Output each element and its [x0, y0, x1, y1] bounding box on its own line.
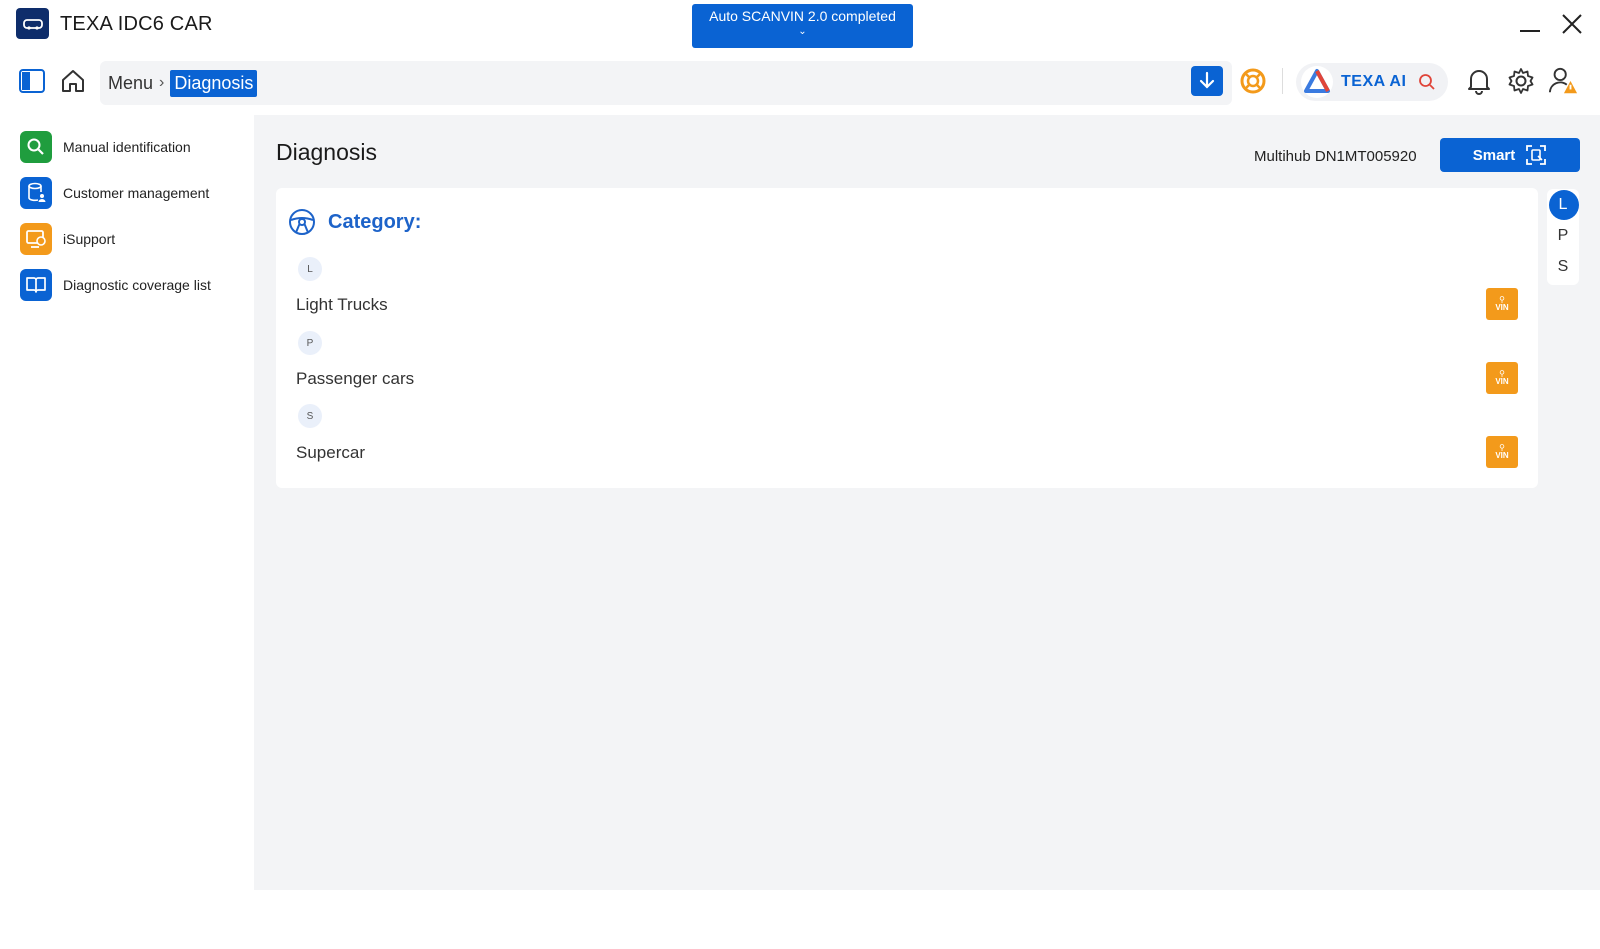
category-passenger-cars[interactable]: Passenger cars — [296, 369, 414, 389]
letter-badge-l: L — [298, 257, 322, 281]
divider — [1282, 68, 1283, 94]
book-icon — [20, 269, 52, 301]
download-button[interactable] — [1191, 66, 1223, 96]
sidebar: Manual identification Customer managemen… — [6, 115, 254, 890]
magnifier-icon — [20, 131, 52, 163]
title-bar: TEXA IDC6 CAR Auto SCANVIN 2.0 completed… — [0, 0, 1600, 50]
breadcrumb-diagnosis[interactable]: Diagnosis — [170, 69, 258, 97]
category-light-trucks[interactable]: Light Trucks — [296, 295, 388, 315]
category-header: Category: — [288, 208, 421, 236]
gear-icon[interactable] — [1506, 66, 1536, 96]
database-user-icon — [20, 177, 52, 209]
sidebar-item-label: Manual identification — [63, 139, 191, 155]
letter-badge-s: S — [298, 404, 322, 428]
sidebar-item-isupport[interactable]: iSupport — [20, 221, 115, 257]
sidebar-item-manual-identification[interactable]: Manual identification — [20, 129, 191, 165]
app-title: TEXA IDC6 CAR — [60, 13, 213, 35]
category-supercar[interactable]: Supercar — [296, 443, 365, 463]
alphabet-index: L P S — [1547, 189, 1579, 285]
sidebar-item-customer-management[interactable]: Customer management — [20, 175, 209, 211]
index-letter-s[interactable]: S — [1547, 258, 1579, 276]
lifebuoy-icon[interactable] — [1238, 66, 1268, 96]
sidebar-toggle-icon[interactable] — [17, 66, 47, 96]
vin-label: VIN — [1495, 451, 1509, 460]
bell-icon[interactable] — [1464, 66, 1494, 96]
main-content: Diagnosis Multihub DN1MT005920 Smart Cat… — [254, 115, 1600, 890]
texa-logo-icon — [16, 8, 49, 39]
category-card: Category: L Light Trucks ⚲ VIN P Passeng… — [276, 188, 1538, 488]
breadcrumb: Menu › Diagnosis — [100, 61, 1232, 105]
search-icon[interactable] — [1418, 73, 1436, 91]
vin-search-button-light-trucks[interactable]: ⚲ VIN — [1486, 288, 1518, 320]
nav-bar: Menu › Diagnosis TEXA AI — [0, 58, 1600, 108]
chevron-down-icon[interactable]: ⌄ — [692, 26, 913, 37]
bottom-strip — [0, 890, 1600, 949]
sidebar-item-diagnostic-coverage-list[interactable]: Diagnostic coverage list — [20, 267, 211, 303]
arrow-down-icon — [1199, 71, 1215, 89]
user-warning-icon[interactable] — [1548, 66, 1578, 96]
letter-badge-p: P — [298, 331, 322, 355]
vin-search-button-passenger-cars[interactable]: ⚲ VIN — [1486, 362, 1518, 394]
texa-ai-icon — [1301, 66, 1333, 98]
multihub-label: Multihub DN1MT005920 — [1254, 148, 1417, 165]
close-icon[interactable] — [1560, 12, 1584, 36]
vin-label: VIN — [1495, 303, 1509, 312]
scanvin-toast[interactable]: Auto SCANVIN 2.0 completed ⌄ — [692, 4, 913, 48]
toast-text: Auto SCANVIN 2.0 completed — [709, 8, 896, 24]
sidebar-item-label: iSupport — [63, 231, 116, 247]
chevron-right-icon: › — [159, 74, 165, 91]
steering-wheel-icon — [289, 209, 315, 235]
vin-label: VIN — [1495, 377, 1509, 386]
minimize-button[interactable] — [1520, 30, 1540, 32]
index-letter-p[interactable]: P — [1547, 227, 1579, 245]
sidebar-item-label: Diagnostic coverage list — [63, 277, 211, 293]
breadcrumb-menu[interactable]: Menu — [108, 73, 153, 94]
category-title: Category: — [328, 210, 422, 233]
texa-ai-label: TEXA AI — [1341, 73, 1407, 90]
support-screen-icon — [20, 223, 52, 255]
home-icon[interactable] — [58, 66, 88, 96]
smart-scan-icon — [1526, 145, 1547, 165]
smart-label: Smart — [1472, 146, 1516, 164]
sidebar-item-label: Customer management — [63, 185, 210, 201]
page-title: Diagnosis — [276, 139, 377, 165]
smart-button[interactable]: Smart — [1440, 138, 1580, 172]
texa-ai-search[interactable]: TEXA AI — [1296, 63, 1448, 101]
vin-search-button-supercar[interactable]: ⚲ VIN — [1486, 436, 1518, 468]
index-letter-l[interactable]: L — [1547, 196, 1579, 214]
